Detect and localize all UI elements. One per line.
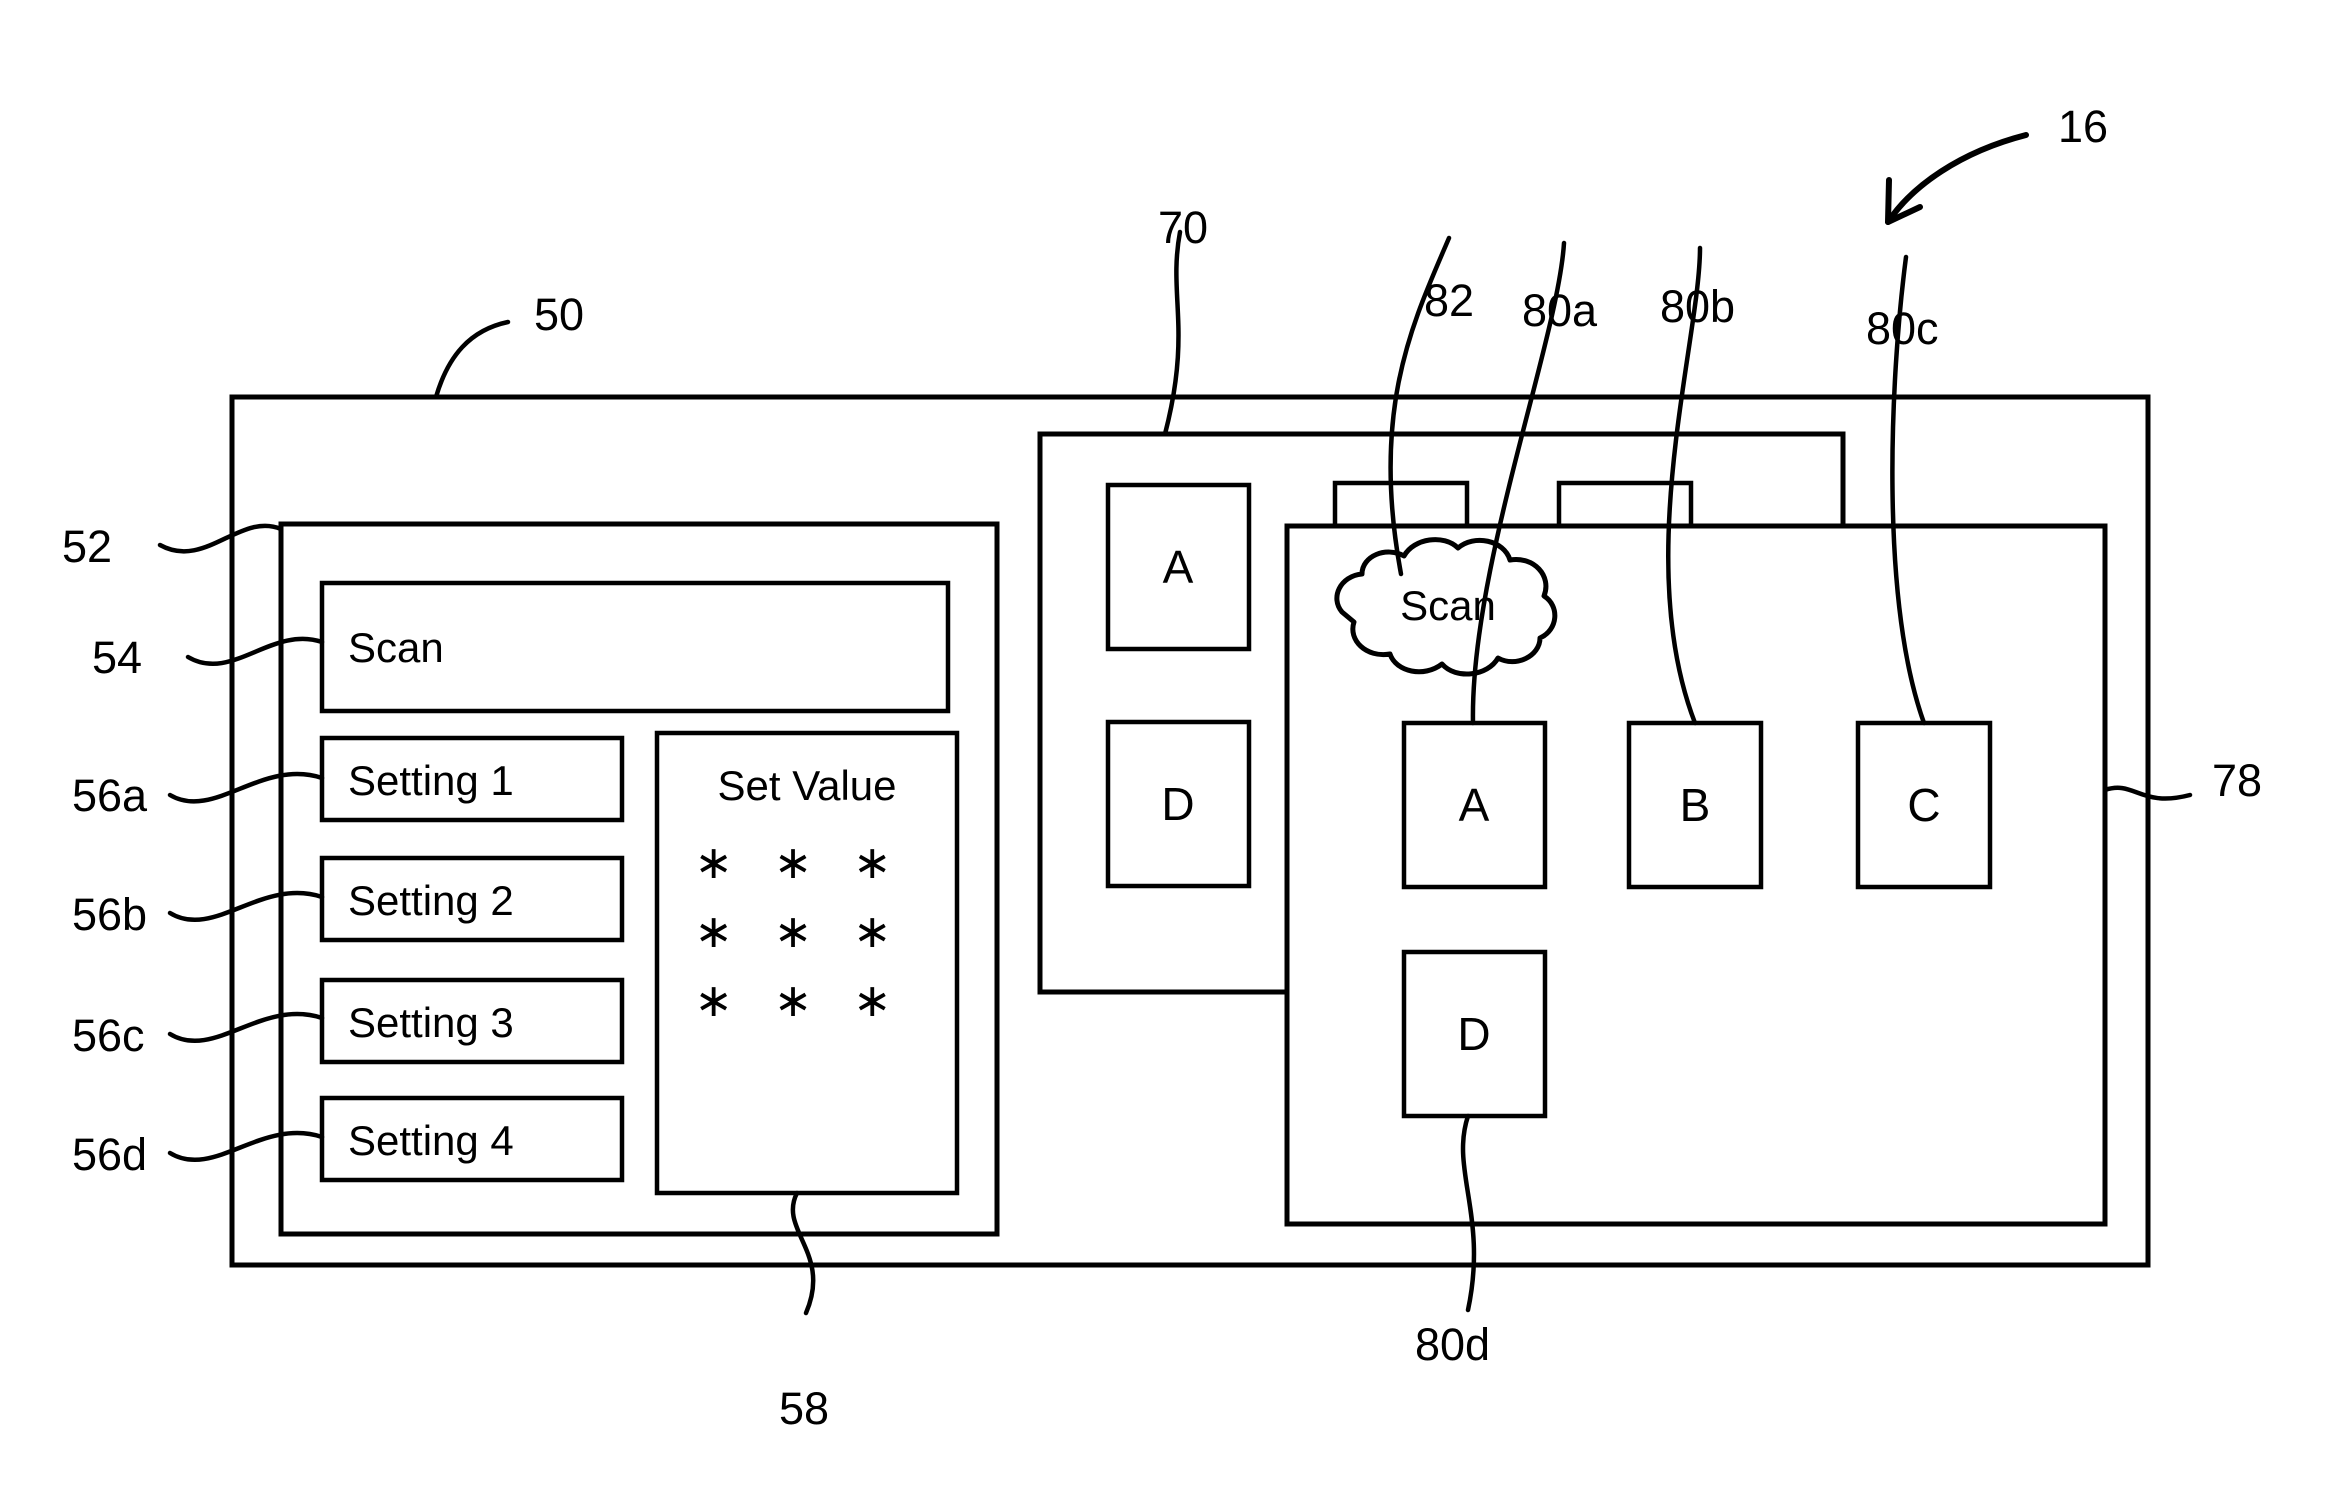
device-node-a-label: A [1459,779,1490,831]
ref-78: 78 [2212,755,2262,806]
panel-tab-left [1332,480,1470,533]
set-value-row-1: ∗ ∗ ∗ [694,836,905,888]
device-node-d-label: D [1457,1008,1490,1060]
setting-2-label: Setting 2 [348,877,514,924]
ref-70: 70 [1158,202,1208,253]
ref-58: 58 [779,1383,829,1434]
patent-figure: 16 50 52 54 56a 56b 56c 56d 58 70 82 80a… [62,101,2262,1434]
set-value-title: Set Value [717,762,896,809]
ref-56d: 56d [72,1129,147,1180]
setting-3-label: Setting 3 [348,999,514,1046]
tree-node-a-label: A [1163,541,1194,593]
leader-50 [433,319,511,400]
ref-56a: 56a [72,770,148,821]
ref-80d: 80d [1415,1319,1490,1370]
device-node-b-label: B [1680,779,1711,831]
ref-80b: 80b [1660,281,1735,332]
figure-canvas: 16 50 52 54 56a 56b 56c 56d 58 70 82 80a… [0,0,2344,1485]
ref-56b: 56b [72,889,147,940]
ref-56c: 56c [72,1010,145,1061]
ref-52: 52 [62,521,112,572]
set-value-row-2: ∗ ∗ ∗ [694,905,905,957]
scan-header-label: Scan [348,624,444,671]
scan-cloud-label: Scan [1400,582,1496,629]
ref-80a: 80a [1522,285,1598,336]
device-node-c-label: C [1907,779,1940,831]
tree-node-d-label: D [1161,778,1194,830]
pointer-arrow-16 [1885,132,2029,225]
set-value-row-3: ∗ ∗ ∗ [694,974,905,1026]
ref-16: 16 [2058,101,2108,152]
ref-82: 82 [1424,275,1474,326]
ref-80c: 80c [1866,303,1939,354]
setting-1-label: Setting 1 [348,757,514,804]
setting-4-label: Setting 4 [348,1117,514,1164]
ref-54: 54 [92,632,142,683]
ref-50: 50 [534,289,584,340]
